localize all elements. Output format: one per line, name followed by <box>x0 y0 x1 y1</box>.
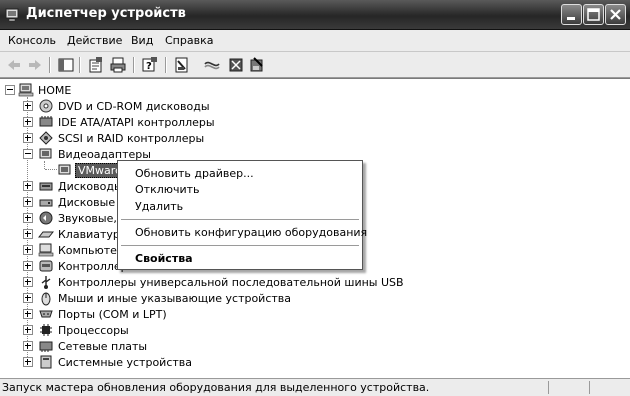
close-icon <box>610 9 621 20</box>
minimize-icon <box>567 17 575 20</box>
minimize-button[interactable] <box>561 4 582 25</box>
menu-view[interactable]: Вид <box>131 34 153 47</box>
scsi-controller-icon <box>39 131 53 145</box>
tree-expand-toggle[interactable] <box>23 181 33 191</box>
tree-item-ide-controllers[interactable]: IDE ATA/ATAPI контроллеры <box>58 116 215 129</box>
tree-guide-line <box>44 161 45 169</box>
computer-icon <box>38 243 54 257</box>
tree-expand-toggle[interactable] <box>23 197 33 207</box>
tree-expand-toggle[interactable] <box>23 101 33 111</box>
menu-help[interactable]: Справка <box>165 34 213 47</box>
maximize-icon <box>587 8 600 21</box>
forward-arrow-icon[interactable] <box>26 56 44 74</box>
sound-device-icon <box>39 211 53 225</box>
tree-item-ports[interactable]: Порты (COM и LPT) <box>58 308 167 321</box>
tree-item-system-devices[interactable]: Системные устройства <box>58 356 192 369</box>
ctx-separator <box>121 219 359 220</box>
status-pane-divider <box>548 381 549 394</box>
toolbar-separator <box>165 57 167 73</box>
tree-item-usb-controllers[interactable]: Контроллеры универсальной последовательн… <box>58 276 404 289</box>
disk-drive-icon <box>39 199 53 207</box>
tree-item-network-adapters[interactable]: Сетевые платы <box>58 340 147 353</box>
tree-collapse-toggle[interactable] <box>23 149 33 159</box>
tree-expand-toggle[interactable] <box>23 357 33 367</box>
ctx-uninstall[interactable]: Удалить <box>135 200 183 213</box>
system-device-icon <box>40 355 52 369</box>
tree-expand-toggle[interactable] <box>23 261 33 271</box>
device-manager-icon <box>5 8 19 22</box>
tree-expand-toggle[interactable] <box>23 325 33 335</box>
usb-icon <box>41 276 51 289</box>
tree-expand-toggle[interactable] <box>23 133 33 143</box>
floppy-drive-icon <box>39 182 53 191</box>
port-icon <box>39 310 53 318</box>
tree-expand-toggle[interactable] <box>23 213 33 223</box>
help-icon[interactable]: ? <box>141 56 159 74</box>
tree-expand-toggle[interactable] <box>23 341 33 351</box>
tree-expand-toggle[interactable] <box>23 277 33 287</box>
ctx-update-driver[interactable]: Обновить драйвер... <box>135 167 254 180</box>
update-driver-icon[interactable] <box>203 56 221 74</box>
ide-controller-icon <box>39 116 53 127</box>
toolbar: ? <box>0 52 630 78</box>
keyboard-icon <box>38 231 54 238</box>
tree-expand-toggle[interactable] <box>23 229 33 239</box>
ctx-properties[interactable]: Свойства <box>135 252 193 265</box>
processor-icon <box>40 324 52 336</box>
menu-bar: Консоль Действие Вид Справка <box>0 30 630 52</box>
svg-text:?: ? <box>146 61 152 72</box>
ctx-separator <box>121 245 359 246</box>
toolbar-separator <box>49 57 51 73</box>
tree-expand-toggle[interactable] <box>23 309 33 319</box>
print-icon[interactable] <box>109 56 127 74</box>
status-text: Запуск мастера обновления оборудования д… <box>2 381 430 394</box>
window-title: Диспетчер устройств <box>26 6 186 21</box>
back-arrow-icon[interactable] <box>5 56 23 74</box>
tree-item-computer[interactable]: Компьютер <box>58 244 124 257</box>
display-adapter-icon <box>58 164 71 175</box>
mouse-icon <box>41 292 51 306</box>
tree-item-sound[interactable]: Звуковые, <box>58 212 117 225</box>
menu-console[interactable]: Консоль <box>8 34 56 47</box>
ctx-disable[interactable]: Отключить <box>135 183 200 196</box>
maximize-button[interactable] <box>583 4 604 25</box>
tree-item-keyboards[interactable]: Клавиатур <box>58 228 120 241</box>
close-button[interactable] <box>605 4 626 25</box>
tree-item-dvd-cdrom[interactable]: DVD и CD-ROM дисководы <box>58 100 210 113</box>
tree-item-mice[interactable]: Мыши и иные указывающие устройства <box>58 292 291 305</box>
video-adapter-icon <box>39 148 52 159</box>
dvd-drive-icon <box>39 99 53 113</box>
ctx-scan-hardware[interactable]: Обновить конфигурацию оборудования <box>135 226 367 239</box>
tree-root-collapse-toggle[interactable] <box>5 85 15 95</box>
tree-expand-toggle[interactable] <box>23 245 33 255</box>
title-bar[interactable]: Диспетчер устройств <box>0 0 630 30</box>
tree-item-disk-drives[interactable]: Дисковые <box>58 196 115 209</box>
tree-item-processors[interactable]: Процессоры <box>58 324 129 337</box>
device-manager-window: Диспетчер устройств Консоль Действие Вид… <box>0 0 630 396</box>
menu-action[interactable]: Действие <box>67 34 122 47</box>
network-adapter-icon <box>39 341 53 352</box>
context-menu: Обновить драйвер... Отключить Удалить Об… <box>117 160 367 270</box>
disable-device-icon[interactable] <box>227 56 245 74</box>
tree-root-label[interactable]: HOME <box>38 84 71 97</box>
toolbar-separator <box>79 57 81 73</box>
status-bar: Запуск мастера обновления оборудования д… <box>0 378 630 396</box>
tree-expand-toggle[interactable] <box>23 117 33 127</box>
show-hide-tree-icon[interactable] <box>57 56 75 74</box>
properties-icon[interactable] <box>87 56 105 74</box>
tree-item-drives[interactable]: Дисководы <box>58 180 123 193</box>
scan-hardware-icon[interactable] <box>173 56 191 74</box>
tree-guide-line <box>45 169 57 170</box>
tree-item-scsi-raid[interactable]: SCSI и RAID контроллеры <box>58 132 204 145</box>
toolbar-separator <box>133 57 135 73</box>
status-pane-divider <box>589 381 590 394</box>
tree-expand-toggle[interactable] <box>23 293 33 303</box>
storage-controller-icon <box>39 260 53 272</box>
computer-icon <box>18 83 34 97</box>
uninstall-device-icon[interactable] <box>248 56 266 74</box>
